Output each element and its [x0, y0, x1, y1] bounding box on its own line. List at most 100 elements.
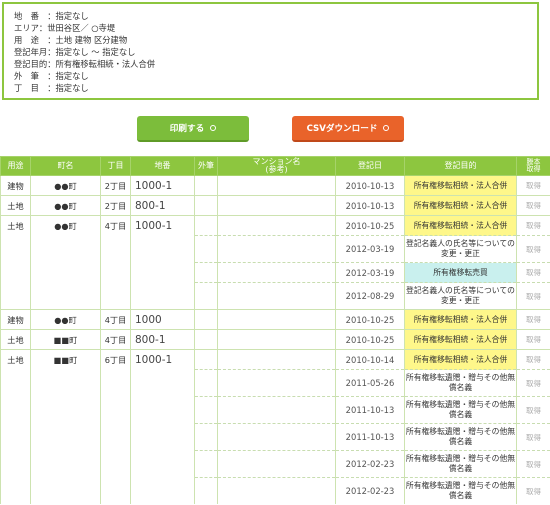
- table-row: 建物 ●●町 2丁目 1000-1 2010-10-13 所有権移転相続・法人合…: [0, 175, 550, 196]
- cell-town: [30, 450, 101, 478]
- table-row: 2012-08-29 登記名義人の氏名等についての変更・更正 取得: [0, 282, 550, 310]
- cell-town: ●●町: [30, 195, 101, 216]
- cell-gaihitsu: [194, 329, 218, 350]
- cell-touhon-link[interactable]: 取得: [516, 215, 550, 236]
- header-town[interactable]: 町名: [30, 156, 101, 176]
- table-row: 土地 ●●町 2丁目 800-1 2010-10-13 所有権移転相続・法人合併…: [0, 195, 550, 216]
- cell-date: 2011-10-13: [335, 396, 405, 424]
- cell-chome: [100, 235, 131, 263]
- cell-chome: [100, 477, 131, 504]
- cell-gaihitsu: [194, 423, 218, 451]
- cell-chiban: [130, 423, 195, 451]
- cell-touhon-link[interactable]: 取得: [516, 329, 550, 350]
- cell-date: 2010-10-14: [335, 349, 405, 370]
- cell-use: 土地: [0, 215, 31, 236]
- header-chome[interactable]: 丁目: [100, 156, 131, 176]
- cell-touhon-link[interactable]: 取得: [516, 175, 550, 196]
- cell-use: [0, 282, 31, 310]
- print-button-label: 印刷する: [169, 124, 205, 134]
- table-row: 2012-02-23 所有権移転遺贈・贈与その他無償名義 取得: [0, 450, 550, 478]
- cell-touhon-link[interactable]: 取得: [516, 235, 550, 263]
- header-purpose[interactable]: 登記目的: [404, 156, 517, 176]
- table-row: 土地 ■■町 6丁目 1000-1 2010-10-14 所有権移転相続・法人合…: [0, 349, 550, 370]
- cell-use: [0, 262, 31, 283]
- cell-chome: [100, 282, 131, 310]
- results-table-container: 用途 町名 丁目 地番 外筆 マンション名 (参考) 登記日 登記目的 謄本 取得 …: [0, 156, 550, 505]
- print-button[interactable]: 印刷する: [137, 116, 249, 142]
- cell-mansion: [217, 262, 336, 283]
- cell-chome: [100, 262, 131, 283]
- cell-chiban: 1000-1: [130, 215, 195, 236]
- header-gaihitsu[interactable]: 外筆: [194, 156, 218, 176]
- cell-touhon-link[interactable]: 取得: [516, 423, 550, 451]
- results-table: 用途 町名 丁目 地番 外筆 マンション名 (参考) 登記日 登記目的 謄本 取得 …: [0, 156, 550, 504]
- criteria-chome: 丁 目 ：指定なし: [14, 83, 89, 93]
- criteria-chiban: 地 番 ：指定なし: [14, 11, 89, 21]
- table-row: 2012-03-19 所有権移転売買 取得: [0, 262, 550, 283]
- cell-gaihitsu: [194, 309, 218, 330]
- cell-gaihitsu: [194, 396, 218, 424]
- cell-date: 2012-03-19: [335, 262, 405, 283]
- cell-town: [30, 423, 101, 451]
- cell-mansion: [217, 349, 336, 370]
- cell-touhon-link[interactable]: 取得: [516, 262, 550, 283]
- cell-chiban: 800-1: [130, 195, 195, 216]
- cell-date: 2012-03-19: [335, 235, 405, 263]
- criteria-date: 登記年月：指定なし 〜 指定なし: [14, 47, 136, 57]
- cell-touhon-link[interactable]: 取得: [516, 369, 550, 397]
- cell-use: [0, 396, 31, 424]
- cell-chiban: [130, 477, 195, 504]
- table-row: 2011-10-13 所有権移転遺贈・贈与その他無償名義 取得: [0, 423, 550, 451]
- table-row: 2012-03-19 登記名義人の氏名等についての変更・更正 取得: [0, 235, 550, 263]
- cell-mansion: [217, 195, 336, 216]
- cell-purpose: 所有権移転相続・法人合併: [404, 215, 517, 236]
- cell-gaihitsu: [194, 450, 218, 478]
- cell-chiban: 800-1: [130, 329, 195, 350]
- cell-mansion: [217, 235, 336, 263]
- cell-touhon-link[interactable]: 取得: [516, 396, 550, 424]
- table-row: 2011-10-13 所有権移転遺贈・贈与その他無償名義 取得: [0, 396, 550, 424]
- cell-town: ●●町: [30, 309, 101, 330]
- cell-mansion: [217, 423, 336, 451]
- header-chiban[interactable]: 地番: [130, 156, 195, 176]
- cell-touhon-link[interactable]: 取得: [516, 349, 550, 370]
- header-mansion-sub: (参考): [265, 165, 288, 174]
- cell-use: 土地: [0, 349, 31, 370]
- cell-touhon-link[interactable]: 取得: [516, 282, 550, 310]
- table-row: 2011-05-26 所有権移転遺贈・贈与その他無償名義 取得: [0, 369, 550, 397]
- cell-town: ■■町: [30, 349, 101, 370]
- header-mansion[interactable]: マンション名 (参考): [217, 156, 336, 176]
- cell-touhon-link[interactable]: 取得: [516, 450, 550, 478]
- cell-date: 2010-10-25: [335, 329, 405, 350]
- cell-date: 2012-02-23: [335, 450, 405, 478]
- cell-purpose: 所有権移転相続・法人合併: [404, 309, 517, 330]
- cell-use: 土地: [0, 329, 31, 350]
- cell-purpose: 所有権移転相続・法人合併: [404, 349, 517, 370]
- header-use[interactable]: 用途: [0, 156, 31, 176]
- header-touhon[interactable]: 謄本 取得: [516, 156, 550, 176]
- cell-town: [30, 262, 101, 283]
- cell-chome: [100, 423, 131, 451]
- cell-mansion: [217, 215, 336, 236]
- cell-purpose: 所有権移転遺贈・贈与その他無償名義: [404, 423, 517, 451]
- cell-mansion: [217, 450, 336, 478]
- criteria-area: エリア：世田谷区／ ○寺堤: [14, 23, 116, 33]
- cell-town: [30, 235, 101, 263]
- cell-chome: 4丁目: [100, 215, 131, 236]
- cell-gaihitsu: [194, 215, 218, 236]
- cell-date: 2012-08-29: [335, 282, 405, 310]
- cell-purpose: 所有権移転遺贈・贈与その他無償名義: [404, 477, 517, 504]
- cell-use: [0, 450, 31, 478]
- cell-town: ●●町: [30, 175, 101, 196]
- cell-touhon-link[interactable]: 取得: [516, 195, 550, 216]
- csv-download-button[interactable]: CSVダウンロード: [292, 116, 404, 142]
- cell-chome: 6丁目: [100, 349, 131, 370]
- cell-chiban: [130, 282, 195, 310]
- cell-gaihitsu: [194, 282, 218, 310]
- cell-town: [30, 369, 101, 397]
- cell-purpose: 所有権移転相続・法人合併: [404, 329, 517, 350]
- header-date[interactable]: 登記日: [335, 156, 405, 176]
- cell-touhon-link[interactable]: 取得: [516, 309, 550, 330]
- cell-touhon-link[interactable]: 取得: [516, 477, 550, 504]
- csv-button-label: CSVダウンロード: [306, 124, 378, 134]
